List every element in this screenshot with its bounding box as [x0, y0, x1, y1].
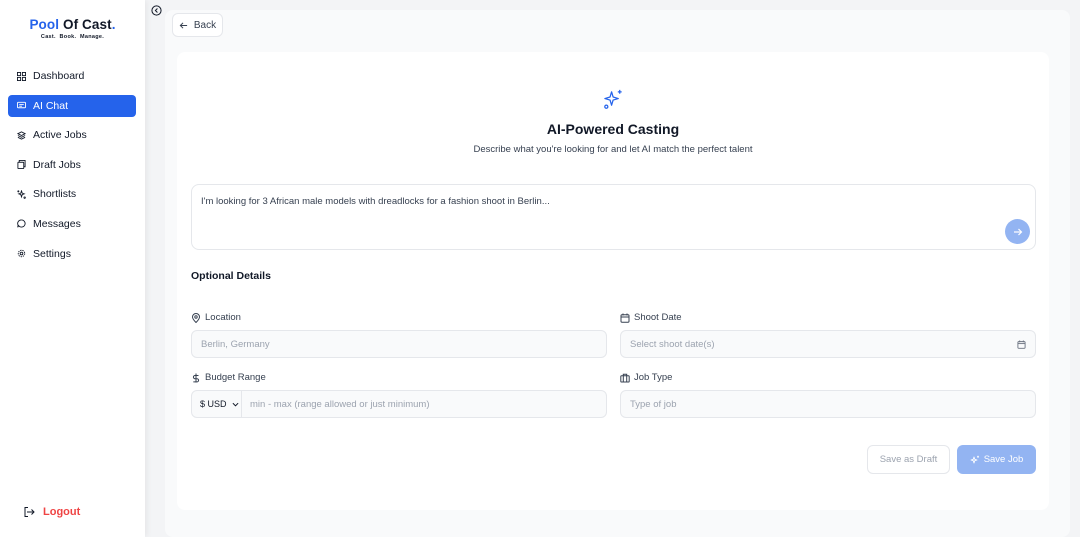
prompt-text: I'm looking for 3 African male models wi…	[201, 196, 550, 207]
save-draft-label: Save as Draft	[879, 454, 938, 465]
page-subtitle: Describe what you're looking for and let…	[473, 144, 753, 155]
sidebar-item-dashboard[interactable]: Dashboard	[8, 65, 136, 87]
sidebar-item-label: Dashboard	[33, 70, 85, 82]
optional-details-title: Optional Details	[191, 270, 271, 282]
brand-pool: Pool	[29, 17, 60, 32]
sidebar-item-label: Active Jobs	[33, 129, 87, 142]
sidebar-item-settings[interactable]: Settings	[8, 243, 136, 265]
brand-name: Pool Of Cast.	[0, 17, 145, 32]
location-input[interactable]: Berlin, Germany	[191, 330, 607, 358]
job-type-input[interactable]: Type of job	[620, 390, 1036, 418]
brand-logo[interactable]: Pool Of Cast. Cast. Book. Manage.	[0, 17, 145, 40]
location-placeholder: Berlin, Germany	[201, 338, 270, 350]
sidebar-item-label: Draft Jobs	[33, 158, 81, 171]
collapse-sidebar-icon[interactable]	[151, 5, 162, 16]
location-label: Location	[191, 312, 241, 323]
sparkles-icon	[970, 455, 979, 463]
send-button[interactable]	[1005, 219, 1030, 244]
shoot-date-label-text: Shoot Date	[634, 312, 682, 323]
message-icon	[17, 219, 26, 228]
dashboard-icon	[17, 71, 26, 81]
calendar-icon	[620, 313, 630, 323]
briefcase-icon	[620, 373, 630, 382]
dollar-icon	[192, 373, 200, 382]
logout-button[interactable]: Logout	[23, 506, 80, 518]
location-label-text: Location	[205, 312, 241, 323]
map-pin-icon	[191, 312, 201, 323]
brand-tagline: Cast. Book. Manage.	[40, 34, 105, 40]
shoot-date-input[interactable]: Select shoot date(s)	[620, 330, 1036, 358]
chat-icon	[17, 101, 26, 109]
sparkles-icon	[604, 89, 622, 109]
prompt-textarea[interactable]: I'm looking for 3 African male models wi…	[191, 184, 1036, 250]
gear-icon	[17, 249, 26, 258]
save-draft-button[interactable]: Save as Draft	[867, 445, 950, 474]
save-job-label: Save Job	[983, 454, 1024, 465]
calendar-icon[interactable]	[1017, 340, 1026, 349]
logout-label: Logout	[43, 506, 81, 518]
logout-icon	[24, 507, 35, 517]
budget-placeholder: min - max (range allowed or just minimum…	[250, 399, 430, 410]
back-button[interactable]: Back	[172, 13, 223, 37]
sidebar-item-label: Messages	[33, 217, 81, 230]
sidebar-item-shortlists[interactable]: Shortlists	[8, 183, 136, 205]
shortlist-icon	[17, 189, 26, 199]
jobs-icon	[17, 131, 26, 140]
job-type-label: Job Type	[620, 372, 672, 383]
currency-value: $ USD	[200, 399, 227, 409]
job-type-label-text: Job Type	[634, 372, 673, 383]
drafts-icon	[17, 160, 26, 170]
save-job-button[interactable]: Save Job	[957, 445, 1036, 474]
brand-dot: .	[111, 17, 116, 32]
chevron-down-icon	[232, 402, 239, 407]
shoot-date-label: Shoot Date	[620, 312, 682, 323]
sidebar-item-label: AI Chat	[33, 99, 69, 112]
budget-label-text: Budget Range	[205, 372, 266, 383]
arrow-right-icon	[1013, 228, 1022, 235]
arrow-left-icon	[179, 21, 187, 29]
back-label: Back	[193, 19, 217, 31]
sidebar-item-ai-chat[interactable]: AI Chat	[8, 94, 136, 117]
job-type-placeholder: Type of job	[630, 398, 677, 410]
sidebar-item-active-jobs[interactable]: Active Jobs	[8, 124, 136, 146]
sidebar-nav: Dashboard AI Chat Active Jobs Draft Jobs…	[8, 65, 136, 272]
sidebar-item-draft-jobs[interactable]: Draft Jobs	[8, 154, 136, 176]
budget-label: Budget Range	[191, 372, 266, 383]
sidebar-item-label: Settings	[33, 247, 71, 260]
brand-of-cast: Of Cast	[62, 17, 112, 32]
currency-select[interactable]: $ USD	[192, 391, 242, 417]
budget-input[interactable]: $ USD min - max (range allowed or just m…	[191, 390, 607, 418]
page-title: AI-Powered Casting	[546, 121, 680, 137]
sidebar-item-messages[interactable]: Messages	[8, 213, 136, 235]
sidebar-item-label: Shortlists	[33, 188, 77, 201]
sidebar: Pool Of Cast. Cast. Book. Manage. Dashbo…	[0, 0, 145, 537]
shoot-date-placeholder: Select shoot date(s)	[630, 338, 715, 350]
